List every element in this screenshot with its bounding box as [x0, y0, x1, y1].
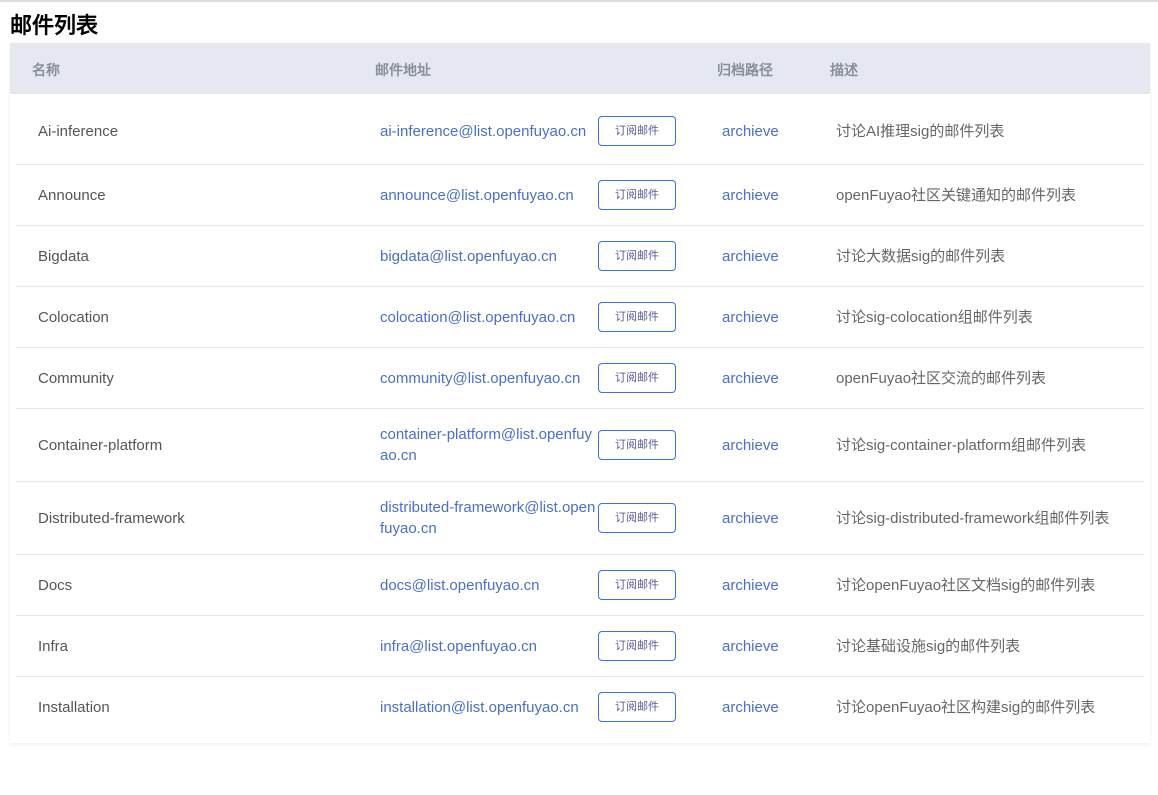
list-description: 讨论sig-container-platform组邮件列表 — [836, 436, 1087, 454]
subscribe-cell: 订阅邮件 — [598, 503, 722, 533]
header-desc: 描述 — [830, 62, 858, 78]
list-name: Announce — [38, 186, 106, 204]
email-link[interactable]: community@list.openfuyao.cn — [380, 368, 598, 389]
subscribe-cell: 订阅邮件 — [598, 692, 722, 722]
archive-link[interactable]: archieve — [722, 508, 836, 529]
header-archive: 归档路径 — [717, 62, 773, 78]
list-description: openFuyao社区交流的邮件列表 — [836, 369, 1047, 387]
list-name: Bigdata — [38, 247, 89, 265]
archive-link[interactable]: archieve — [722, 575, 836, 596]
table-row: Community community@list.openfuyao.cn 订阅… — [16, 348, 1144, 409]
email-link[interactable]: docs@list.openfuyao.cn — [380, 575, 598, 596]
archive-link[interactable]: archieve — [722, 636, 836, 657]
list-description: 讨论大数据sig的邮件列表 — [836, 247, 1006, 265]
email-link[interactable]: distributed-framework@list.openfuyao.cn — [380, 497, 598, 539]
archive-link[interactable]: archieve — [722, 307, 836, 328]
email-link[interactable]: infra@list.openfuyao.cn — [380, 636, 598, 657]
header-email: 邮件地址 — [375, 62, 431, 78]
subscribe-button[interactable]: 订阅邮件 — [598, 631, 676, 661]
list-description: openFuyao社区关键通知的邮件列表 — [836, 186, 1077, 204]
list-name: Installation — [38, 698, 110, 716]
subscribe-cell: 订阅邮件 — [598, 631, 722, 661]
mailing-list-table: 名称 邮件地址 归档路径 描述 Ai-inference ai-inferenc… — [10, 43, 1150, 743]
subscribe-cell: 订阅邮件 — [598, 116, 722, 146]
list-name: Ai-inference — [38, 122, 119, 140]
subscribe-cell: 订阅邮件 — [598, 241, 722, 271]
list-description: 讨论sig-distributed-framework组邮件列表 — [836, 509, 1110, 527]
email-link[interactable]: announce@list.openfuyao.cn — [380, 185, 598, 206]
table-body: Ai-inference ai-inference@list.openfuyao… — [10, 94, 1150, 743]
table-row: Colocation colocation@list.openfuyao.cn … — [16, 287, 1144, 348]
list-name: Container-platform — [38, 436, 163, 454]
table-row: Bigdata bigdata@list.openfuyao.cn 订阅邮件 a… — [16, 226, 1144, 287]
subscribe-button[interactable]: 订阅邮件 — [598, 430, 676, 460]
subscribe-cell: 订阅邮件 — [598, 430, 722, 460]
list-name: Colocation — [38, 308, 109, 326]
email-link[interactable]: container-platform@list.openfuyao.cn — [380, 424, 598, 466]
subscribe-button[interactable]: 订阅邮件 — [598, 180, 676, 210]
subscribe-button[interactable]: 订阅邮件 — [598, 116, 676, 146]
list-description: 讨论openFuyao社区构建sig的邮件列表 — [836, 698, 1096, 716]
subscribe-button[interactable]: 订阅邮件 — [598, 363, 676, 393]
subscribe-button[interactable]: 订阅邮件 — [598, 302, 676, 332]
list-description: 讨论AI推理sig的邮件列表 — [836, 122, 1005, 140]
table-row: Container-platform container-platform@li… — [16, 409, 1144, 482]
subscribe-cell: 订阅邮件 — [598, 363, 722, 393]
email-link[interactable]: installation@list.openfuyao.cn — [380, 697, 598, 718]
email-link[interactable]: colocation@list.openfuyao.cn — [380, 307, 598, 328]
archive-link[interactable]: archieve — [722, 435, 836, 456]
subscribe-button[interactable]: 订阅邮件 — [598, 692, 676, 722]
subscribe-button[interactable]: 订阅邮件 — [598, 570, 676, 600]
subscribe-button[interactable]: 订阅邮件 — [598, 503, 676, 533]
header-name: 名称 — [32, 62, 60, 78]
subscribe-cell: 订阅邮件 — [598, 302, 722, 332]
table-row: Docs docs@list.openfuyao.cn 订阅邮件 archiev… — [16, 555, 1144, 616]
list-name: Distributed-framework — [38, 509, 185, 527]
table-row: Ai-inference ai-inference@list.openfuyao… — [16, 94, 1144, 165]
page-title: 邮件列表 — [10, 13, 99, 38]
subscribe-cell: 订阅邮件 — [598, 570, 722, 600]
list-name: Infra — [38, 637, 69, 655]
archive-link[interactable]: archieve — [722, 246, 836, 267]
table-row: Infra infra@list.openfuyao.cn 订阅邮件 archi… — [16, 616, 1144, 677]
list-description: 讨论openFuyao社区文档sig的邮件列表 — [836, 576, 1096, 594]
subscribe-button[interactable]: 订阅邮件 — [598, 241, 676, 271]
list-description: 讨论基础设施sig的邮件列表 — [836, 637, 1021, 655]
email-link[interactable]: bigdata@list.openfuyao.cn — [380, 246, 598, 267]
email-link[interactable]: ai-inference@list.openfuyao.cn — [380, 121, 598, 142]
archive-link[interactable]: archieve — [722, 368, 836, 389]
subscribe-cell: 订阅邮件 — [598, 180, 722, 210]
table-row: Distributed-framework distributed-framew… — [16, 482, 1144, 555]
list-name: Docs — [38, 576, 73, 594]
list-description: 讨论sig-colocation组邮件列表 — [836, 308, 1033, 326]
table-header: 名称 邮件地址 归档路径 描述 — [10, 43, 1150, 94]
list-name: Community — [38, 369, 114, 387]
table-row: Installation installation@list.openfuyao… — [16, 677, 1144, 737]
archive-link[interactable]: archieve — [722, 185, 836, 206]
table-row: Announce announce@list.openfuyao.cn 订阅邮件… — [16, 165, 1144, 226]
archive-link[interactable]: archieve — [722, 121, 836, 142]
archive-link[interactable]: archieve — [722, 697, 836, 718]
